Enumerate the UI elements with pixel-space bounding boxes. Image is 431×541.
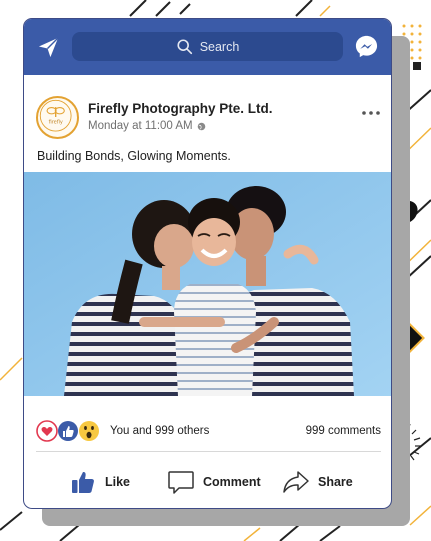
search-icon [177,38,192,54]
page-name[interactable]: Firefly Photography Pte. Ltd. [88,101,273,116]
wow-reaction-icon [79,421,99,441]
messenger-icon[interactable] [354,34,379,59]
like-button[interactable]: Like [69,465,130,499]
like-reaction-icon [58,421,78,441]
comments-count[interactable]: 999 comments [306,425,381,437]
comment-label: Comment [203,475,261,489]
timestamp-text: Monday at 11:00 AM [88,120,193,132]
comment-bubble-icon [168,471,194,494]
love-reaction-icon [36,420,58,442]
share-label: Share [318,475,353,489]
post-photo[interactable] [24,172,392,396]
thumbs-up-icon [72,471,94,493]
globe-icon [197,122,205,130]
page-avatar[interactable]: firefly [36,96,79,139]
paper-plane-icon[interactable] [37,36,60,59]
share-arrow-icon [283,471,309,493]
firefly-logo-icon: firefly [39,99,72,132]
reaction-icons [36,420,99,442]
post-timestamp: Monday at 11:00 AM [88,120,206,132]
search-placeholder: Search [199,39,240,54]
actions-divider [36,451,381,452]
post-caption: Building Bonds, Glowing Moments. [37,149,231,163]
logo-text: firefly [49,119,63,125]
reactions-count-text[interactable]: You and 999 others [110,425,209,437]
post-header: firefly Firefly Photography Pte. Ltd. Mo… [36,96,381,142]
post-actions: Like Comment Share [24,465,391,499]
like-label: Like [105,475,131,489]
share-button[interactable]: Share [282,465,353,499]
top-bar: Search [24,19,391,75]
facebook-post-card: Search firefly Firefly Photography Pte. … [23,18,392,509]
comment-button[interactable]: Comment [167,465,261,499]
search-bar[interactable]: Search [72,32,343,61]
more-options-icon[interactable] [361,109,381,117]
reactions-summary[interactable]: You and 999 others 999 comments [36,419,381,445]
